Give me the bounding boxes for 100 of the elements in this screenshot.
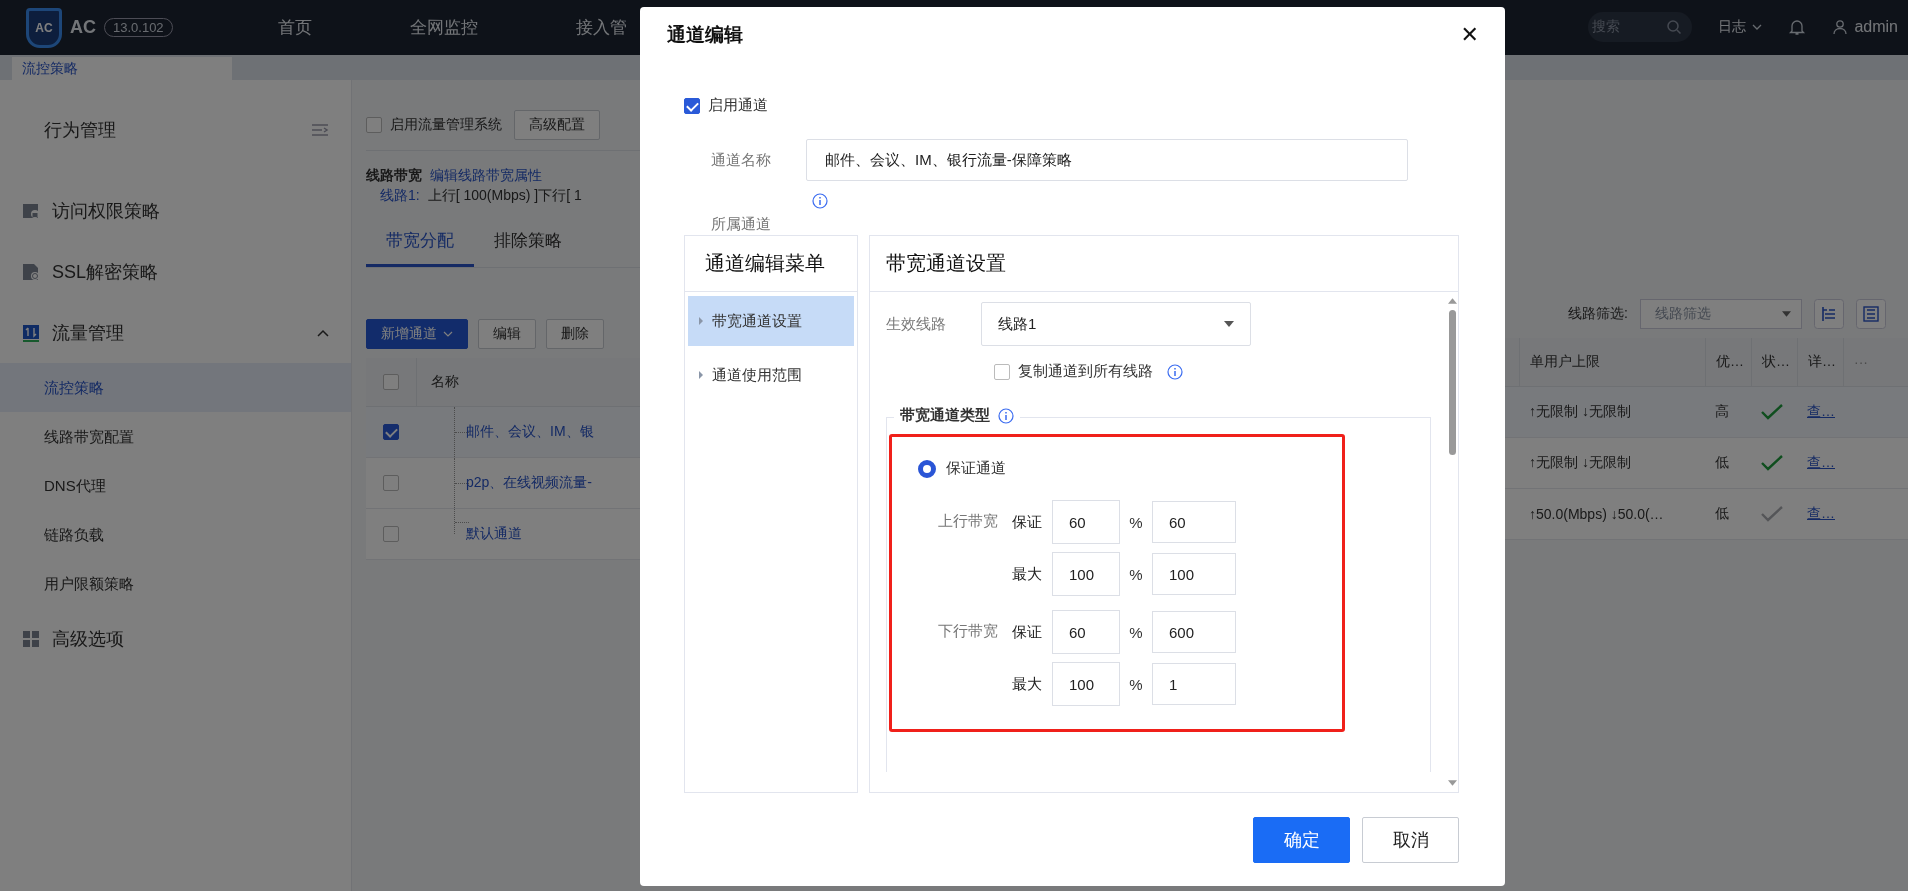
value-field[interactable]: 100	[1152, 553, 1236, 595]
unit-label: %	[1128, 675, 1144, 693]
advanced-config-button[interactable]: 高级配置	[514, 110, 600, 140]
row-checkbox[interactable]	[383, 475, 399, 491]
chart-icon	[22, 323, 40, 342]
grid-icon	[22, 629, 40, 648]
edit-button[interactable]: 编辑	[478, 319, 536, 349]
info-icon[interactable]	[1167, 363, 1183, 380]
guaranteed-channel-radio[interactable]: 保证通道	[918, 459, 1342, 478]
channel-name-link[interactable]: 邮件、会议、IM、银	[466, 423, 594, 441]
table-row[interactable]: ↑50.0(Mbps) ↓50.0(… 低 查…	[1505, 489, 1908, 540]
nav-item[interactable]: 全网监控	[410, 16, 478, 39]
user-menu[interactable]: admin	[1832, 18, 1898, 36]
column-header: 详…	[1797, 338, 1843, 386]
menu-title: 通道编辑菜单	[685, 236, 857, 292]
field-label: 下行带宽	[937, 621, 999, 641]
percent-field[interactable]: 60	[1052, 500, 1120, 544]
scroll-down-icon[interactable]	[1448, 780, 1457, 786]
channel-name-field[interactable]: 邮件、会议、IM、银行流量-保障策略	[806, 139, 1408, 181]
cancel-button[interactable]: 取消	[1362, 817, 1459, 863]
sidebar-group[interactable]: 流量管理	[0, 302, 351, 363]
user-icon	[1832, 19, 1849, 35]
value-field[interactable]: 600	[1152, 611, 1236, 653]
bell-icon[interactable]	[1788, 18, 1807, 36]
row-checkbox[interactable]	[383, 424, 399, 440]
table-row[interactable]: ↑无限制 ↓无限制 低 查…	[1505, 438, 1908, 489]
menu-item[interactable]: 带宽通道设置	[688, 296, 854, 346]
group-legend: 带宽通道类型	[900, 406, 990, 425]
log-menu[interactable]: 日志	[1718, 18, 1763, 36]
enable-system-checkbox[interactable]: 启用流量管理系统	[366, 116, 502, 134]
table-cell-text: 低	[1714, 504, 1730, 523]
info-icon[interactable]	[998, 407, 1014, 424]
field-label: 最大	[1012, 674, 1043, 694]
detail-link[interactable]: 查…	[1807, 403, 1835, 421]
nav-item[interactable]: 首页	[278, 16, 312, 39]
delete-button[interactable]: 删除	[546, 319, 604, 349]
dropdown-arrow-icon	[1224, 321, 1234, 327]
filter-label: 线路筛选:	[1568, 305, 1628, 323]
document-icon	[22, 201, 40, 220]
scroll-thumb[interactable]	[1449, 310, 1456, 455]
unit-label: %	[1128, 513, 1144, 531]
nav-item[interactable]: 接入管	[576, 16, 627, 39]
field-label: 最大	[1012, 564, 1043, 584]
table-row[interactable]: p2p、在线视频流量-	[366, 458, 640, 509]
bandwidth-title: 线路带宽	[366, 166, 422, 185]
dialog-title: 通道编辑	[667, 23, 743, 47]
column-header: 优…	[1705, 338, 1751, 386]
add-channel-button[interactable]: 新增通道	[366, 319, 468, 349]
sidebar-item[interactable]: 线路带宽配置	[0, 412, 351, 461]
tab[interactable]: 排除策略	[474, 219, 582, 267]
sidebar-item[interactable]: 用户限额策略	[0, 559, 351, 608]
caret-icon	[1752, 24, 1763, 30]
product-name: AC	[70, 17, 96, 38]
enable-channel-checkbox[interactable]: 启用通道	[684, 96, 1459, 115]
sidebar-title: 行为管理	[44, 119, 116, 142]
document-icon	[22, 262, 40, 281]
sidebar-group[interactable]: 访问权限策略	[0, 180, 351, 241]
scroll-up-icon[interactable]	[1448, 298, 1457, 304]
close-button[interactable]: ✕	[1456, 22, 1483, 48]
table-cell-text: ↑无限制 ↓无限制	[1528, 402, 1632, 421]
dropdown-arrow-icon	[1782, 311, 1791, 317]
sidebar-item[interactable]: DNS代理	[0, 461, 351, 510]
select-all-checkbox[interactable]	[383, 374, 399, 390]
row-checkbox[interactable]	[383, 526, 399, 542]
caret-icon	[443, 331, 453, 337]
line-select[interactable]: 线路1	[981, 302, 1251, 346]
field-label: 通道名称	[710, 150, 772, 170]
table-row[interactable]: 邮件、会议、IM、银	[366, 407, 640, 458]
table-cell-text: ↑50.0(Mbps) ↓50.0(…	[1528, 505, 1665, 524]
value-field[interactable]: 1	[1152, 663, 1236, 705]
search-icon	[1666, 19, 1683, 35]
tab[interactable]: 带宽分配	[366, 219, 474, 267]
collapse-tree-icon[interactable]	[1814, 299, 1844, 329]
channel-name-link[interactable]: 默认通道	[466, 525, 522, 543]
percent-field[interactable]: 100	[1052, 662, 1120, 706]
value-field[interactable]: 60	[1152, 501, 1236, 543]
detail-link[interactable]: 查…	[1807, 505, 1835, 523]
sidebar-group[interactable]: 高级选项	[0, 608, 351, 669]
list-view-icon[interactable]	[1856, 299, 1886, 329]
sidebar-item[interactable]: 流控策略	[0, 363, 351, 412]
edit-bandwidth-link[interactable]: 编辑线路带宽属性	[430, 165, 542, 185]
copy-all-lines-checkbox[interactable]: 复制通道到所有线路	[994, 362, 1153, 381]
channel-name-link[interactable]: p2p、在线视频流量-	[466, 474, 593, 492]
percent-field[interactable]: 60	[1052, 610, 1120, 654]
sidebar-group[interactable]: SSL解密策略	[0, 241, 351, 302]
field-label: 保证	[1012, 622, 1043, 642]
page-tab[interactable]: 流控策略	[12, 57, 232, 80]
info-icon[interactable]	[812, 193, 828, 209]
confirm-button[interactable]: 确定	[1253, 817, 1350, 863]
table-cell-text: 低	[1714, 453, 1730, 472]
sidebar-item[interactable]: 链路负载	[0, 510, 351, 559]
menu-icon[interactable]	[311, 123, 329, 137]
percent-field[interactable]: 100	[1052, 552, 1120, 596]
column-header: 单用户上限	[1519, 338, 1705, 386]
table-row[interactable]: 默认通道	[366, 509, 640, 560]
field-label: 保证	[1012, 512, 1043, 532]
line-link[interactable]: 线路1:	[380, 185, 420, 205]
detail-link[interactable]: 查…	[1807, 454, 1835, 472]
column-header: ···	[1843, 338, 1887, 386]
menu-item[interactable]: 通道使用范围	[688, 350, 854, 400]
